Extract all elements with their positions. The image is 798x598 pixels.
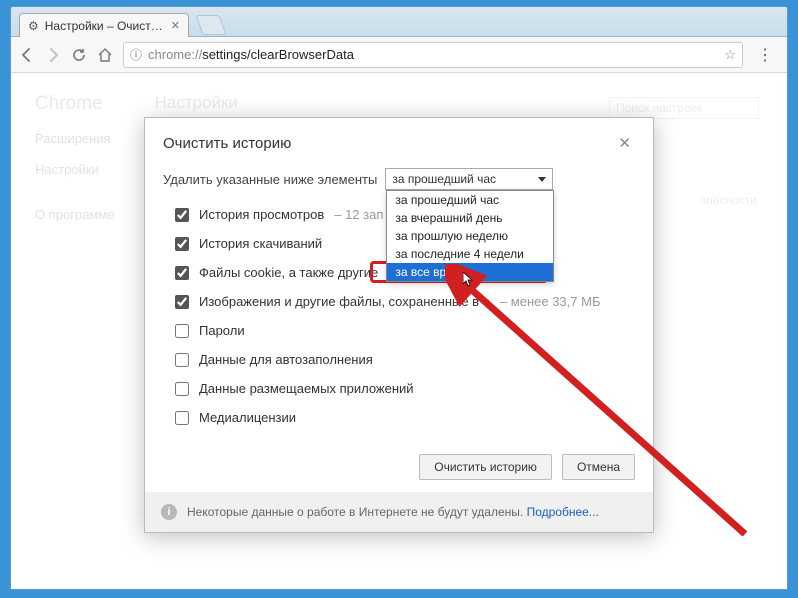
tab-settings[interactable]: ⚙ Настройки – Очистить ✕ (19, 13, 189, 37)
tab-title: Настройки – Очистить (45, 19, 165, 33)
check-label: Данные для автозаполнения (199, 352, 373, 367)
check-label: История просмотров (199, 207, 324, 222)
check-label: История скачиваний (199, 236, 322, 251)
check-label: Медиалицензии (199, 410, 296, 425)
option-day[interactable]: за вчерашний день (387, 209, 553, 227)
checkbox[interactable] (175, 237, 189, 251)
dialog-footer: Очистить историю Отмена (145, 442, 653, 492)
check-detail: – 12 зап (334, 207, 383, 222)
checkbox[interactable] (175, 382, 189, 396)
select-value: за прошедший час (392, 172, 496, 186)
note-link[interactable]: Подробнее... (527, 505, 599, 519)
checkbox[interactable] (175, 208, 189, 222)
toolbar: ⓘ chrome://settings/clearBrowserData ☆ ⋮ (11, 37, 787, 73)
checkbox[interactable] (175, 266, 189, 280)
cancel-button[interactable]: Отмена (562, 454, 635, 480)
dialog-note: i Некоторые данные о работе в Интернете … (145, 492, 653, 532)
tab-strip: ⚙ Настройки – Очистить ✕ (11, 7, 787, 37)
check-label: Файлы cookie, а также другие (199, 265, 378, 280)
option-4weeks[interactable]: за последние 4 недели (387, 245, 553, 263)
note-text: Некоторые данные о работе в Интернете не… (187, 505, 599, 519)
check-autofill[interactable]: Данные для автозаполнения (163, 345, 635, 374)
dialog-body: Удалить указанные ниже элементы за проше… (145, 164, 653, 442)
modal-overlay: Очистить историю ✕ Удалить указанные ниж… (11, 73, 787, 589)
check-media-licenses[interactable]: Медиалицензии (163, 403, 635, 432)
check-label: Пароли (199, 323, 245, 338)
content-area: Chrome Расширения Настройки О программе … (11, 73, 787, 589)
browser-window: ⚙ Настройки – Очистить ✕ ⓘ chrome://sett… (10, 6, 788, 590)
chevron-down-icon (538, 177, 546, 182)
new-tab-button[interactable] (195, 15, 226, 35)
dialog-close-button[interactable]: ✕ (614, 132, 635, 154)
clear-button[interactable]: Очистить историю (419, 454, 552, 480)
time-range-dropdown: за прошедший час за вчерашний день за пр… (386, 190, 554, 282)
delete-row: Удалить указанные ниже элементы за проше… (163, 168, 635, 190)
checkbox[interactable] (175, 324, 189, 338)
option-week[interactable]: за прошлую неделю (387, 227, 553, 245)
check-detail: – менее 33,7 МБ (500, 294, 601, 309)
close-icon[interactable]: ✕ (171, 19, 180, 32)
check-hosted-app-data[interactable]: Данные размещаемых приложений (163, 374, 635, 403)
check-label: Изображения и другие файлы, сохраненные … (199, 294, 490, 309)
info-icon: i (161, 504, 177, 520)
clear-browsing-data-dialog: Очистить историю ✕ Удалить указанные ниж… (144, 117, 654, 533)
url-text: chrome://settings/clearBrowserData (148, 47, 354, 62)
checkbox[interactable] (175, 411, 189, 425)
check-label: Данные размещаемых приложений (199, 381, 414, 396)
dialog-header: Очистить историю ✕ (145, 118, 653, 164)
gear-icon: ⚙ (28, 19, 39, 33)
option-hour[interactable]: за прошедший час (387, 191, 553, 209)
chrome-menu-button[interactable]: ⋮ (751, 45, 779, 65)
checkbox[interactable] (175, 295, 189, 309)
omnibox[interactable]: ⓘ chrome://settings/clearBrowserData ☆ (123, 42, 743, 68)
back-button[interactable] (19, 47, 37, 63)
site-info-icon[interactable]: ⓘ (130, 46, 142, 63)
delete-label: Удалить указанные ниже элементы (163, 172, 377, 187)
bookmark-star-icon[interactable]: ☆ (724, 47, 736, 63)
checkbox[interactable] (175, 353, 189, 367)
forward-button[interactable] (45, 47, 63, 63)
reload-button[interactable] (71, 47, 89, 63)
option-alltime[interactable]: за все время (387, 263, 553, 281)
dialog-title: Очистить историю (163, 135, 291, 152)
time-range-select[interactable]: за прошедший час за прошедший час за вче… (385, 168, 553, 190)
check-cached-images[interactable]: Изображения и другие файлы, сохраненные … (163, 287, 635, 316)
home-button[interactable] (97, 47, 115, 63)
check-passwords[interactable]: Пароли (163, 316, 635, 345)
